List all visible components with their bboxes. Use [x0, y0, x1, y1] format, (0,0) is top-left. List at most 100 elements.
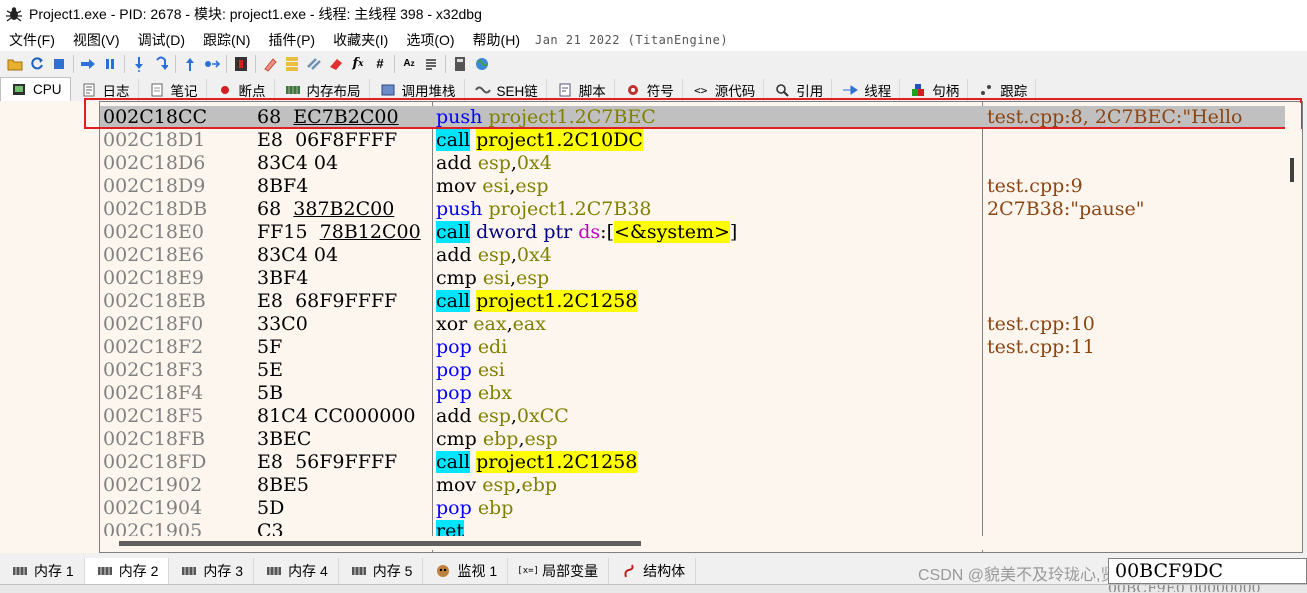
tab-label: 线程	[864, 84, 892, 99]
scrollbar-thumb[interactable]	[1290, 158, 1294, 182]
font-icon[interactable]: Az	[400, 54, 419, 73]
breakpoint-icon	[217, 83, 233, 97]
menu-debug[interactable]: 调试(D)	[129, 30, 194, 50]
vertical-scrollbar[interactable]	[1285, 103, 1301, 549]
tab-locals[interactable]: [x=] 局部变量	[508, 558, 610, 584]
tab-label: 脚本	[578, 84, 606, 99]
disasm-row[interactable]: 002C18E9 3BF4 cmp esi,esp	[100, 267, 1302, 290]
row-address: 002C18E9	[103, 267, 204, 289]
toolbar-separator	[445, 54, 446, 73]
row-address: 002C18F0	[103, 313, 204, 335]
eraser-icon[interactable]	[327, 54, 346, 73]
build-info: Jan 21 2022 (TitanEngine)	[534, 32, 729, 47]
menu-favourites[interactable]: 收藏夹(I)	[324, 30, 397, 50]
row-bytes: E8 68F9FFFF	[257, 290, 398, 312]
menu-view[interactable]: 视图(V)	[64, 30, 129, 50]
symbols-icon	[625, 83, 641, 97]
row-bytes: 8BF4	[257, 175, 309, 197]
scylla-icon[interactable]	[283, 54, 302, 73]
run-icon[interactable]	[79, 54, 98, 73]
calculator-icon[interactable]	[451, 54, 470, 73]
disassembly-view[interactable]: 002C18CC 68 EC7B2C00 push project1.2C7BE…	[99, 101, 1303, 553]
disasm-row[interactable]: 002C18FB 3BEC cmp ebp,esp	[100, 428, 1302, 451]
tab-label: 内存布局	[306, 84, 361, 99]
row-bytes: E8 06F8FFFF	[257, 129, 398, 151]
disasm-row[interactable]: 002C18F2 5F pop edi test.cpp:11	[100, 336, 1302, 359]
run-to-user-code-icon[interactable]	[203, 54, 222, 73]
open-icon[interactable]	[6, 54, 25, 73]
script-icon	[557, 83, 573, 97]
tab-dump-4[interactable]: 内存 4	[254, 558, 339, 584]
tab-cpu[interactable]: CPU	[0, 77, 71, 101]
row-instruction: mov esi,esp	[436, 175, 549, 197]
link-icon[interactable]	[305, 54, 324, 73]
menu-plugins[interactable]: 插件(P)	[259, 30, 324, 50]
tab-label: 引用	[796, 84, 824, 99]
tab-label: 日志	[102, 84, 130, 99]
disasm-row[interactable]: 002C1902 8BE5 mov esp,ebp	[100, 474, 1302, 497]
horizontal-scrollbar[interactable]	[101, 536, 1285, 550]
execute-till-return-icon[interactable]	[181, 54, 200, 73]
restart-icon[interactable]	[28, 54, 47, 73]
scrollbar-thumb[interactable]	[119, 541, 641, 546]
disasm-row[interactable]: 002C18D1 E8 06F8FFFF call project1.2C10D…	[100, 129, 1302, 152]
row-bytes: 83C4 04	[257, 244, 339, 266]
cpu-icon	[11, 83, 27, 97]
disasm-row[interactable]: 002C18FD E8 56F9FFFF call project1.2C125…	[100, 451, 1302, 474]
source-icon: <>	[694, 83, 708, 97]
tab-dump-5[interactable]: 内存 5	[339, 558, 424, 584]
row-address: 002C18FD	[103, 451, 207, 473]
disasm-row[interactable]: 002C18F0 33C0 xor eax,eax test.cpp:10	[100, 313, 1302, 336]
disasm-row[interactable]: 002C18F4 5B pop ebx	[100, 382, 1302, 405]
tab-watch-1[interactable]: 监视 1	[423, 558, 509, 584]
disasm-row[interactable]: 002C18EB E8 68F9FFFF call project1.2C125…	[100, 290, 1302, 313]
function-icon[interactable]: fx	[349, 54, 368, 73]
record-icon[interactable]	[232, 54, 251, 73]
menu-trace[interactable]: 跟踪(N)	[194, 30, 259, 50]
toolbar-separator	[124, 54, 125, 73]
toolbar-separator	[175, 54, 176, 73]
tab-label: 符号	[646, 84, 674, 99]
tab-label: 跟踪	[1000, 84, 1028, 99]
pause-icon[interactable]	[101, 54, 120, 73]
branch-gutter[interactable]	[0, 101, 100, 553]
disasm-row[interactable]: 002C18DB 68 387B2C00 push project1.2C7B3…	[100, 198, 1302, 221]
locals-icon: [x=]	[517, 566, 539, 576]
hash-icon[interactable]: #	[371, 54, 390, 73]
tab-label: 监视 1	[457, 563, 498, 579]
disasm-row[interactable]: 002C18D6 83C4 04 add esp,0x4	[100, 152, 1302, 175]
dump-address[interactable]: 00BCF9DC	[1108, 558, 1307, 584]
row-comment: test.cpp:11	[987, 336, 1095, 358]
dump-icon	[181, 565, 197, 577]
tab-label: 内存 2	[118, 563, 159, 579]
menu-options[interactable]: 选项(O)	[397, 30, 463, 50]
dump-row: 00BCF9E0 00000000	[1108, 585, 1261, 592]
row-address: 002C18E6	[103, 244, 204, 266]
tab-struct[interactable]: 结构体	[609, 558, 697, 584]
strings-icon[interactable]	[422, 54, 441, 73]
references-icon	[774, 83, 790, 97]
disasm-row[interactable]: 002C18F5 81C4 CC000000 add esp,0xCC	[100, 405, 1302, 428]
menu-file[interactable]: 文件(F)	[0, 30, 64, 50]
disasm-row[interactable]: 002C18E6 83C4 04 add esp,0x4	[100, 244, 1302, 267]
step-into-icon[interactable]	[130, 54, 149, 73]
disasm-row[interactable]: 002C18F3 5E pop esi	[100, 359, 1302, 382]
globe-icon[interactable]	[473, 54, 492, 73]
disasm-row[interactable]: 002C18D9 8BF4 mov esi,esp test.cpp:9	[100, 175, 1302, 198]
memory-map-icon	[285, 83, 301, 97]
tab-dump-1[interactable]: 内存 1	[0, 558, 85, 584]
row-instruction: add esp,0xCC	[436, 405, 569, 427]
disasm-row[interactable]: 002C1904 5D pop ebp	[100, 497, 1302, 520]
highlight-box	[84, 98, 1302, 129]
tab-dump-3[interactable]: 内存 3	[169, 558, 255, 584]
step-over-icon[interactable]	[152, 54, 171, 73]
row-instruction: pop ebp	[436, 497, 514, 519]
close-icon[interactable]	[50, 54, 69, 73]
patch-icon[interactable]	[261, 54, 280, 73]
threads-icon	[842, 83, 859, 97]
menu-help[interactable]: 帮助(H)	[464, 30, 529, 50]
tab-dump-2[interactable]: 内存 2	[84, 558, 170, 584]
row-instruction: cmp ebp,esp	[436, 428, 558, 450]
disasm-row[interactable]: 002C18E0 FF15 78B12C00 call dword ptr ds…	[100, 221, 1302, 244]
row-instruction: call project1.2C1258	[436, 451, 638, 473]
